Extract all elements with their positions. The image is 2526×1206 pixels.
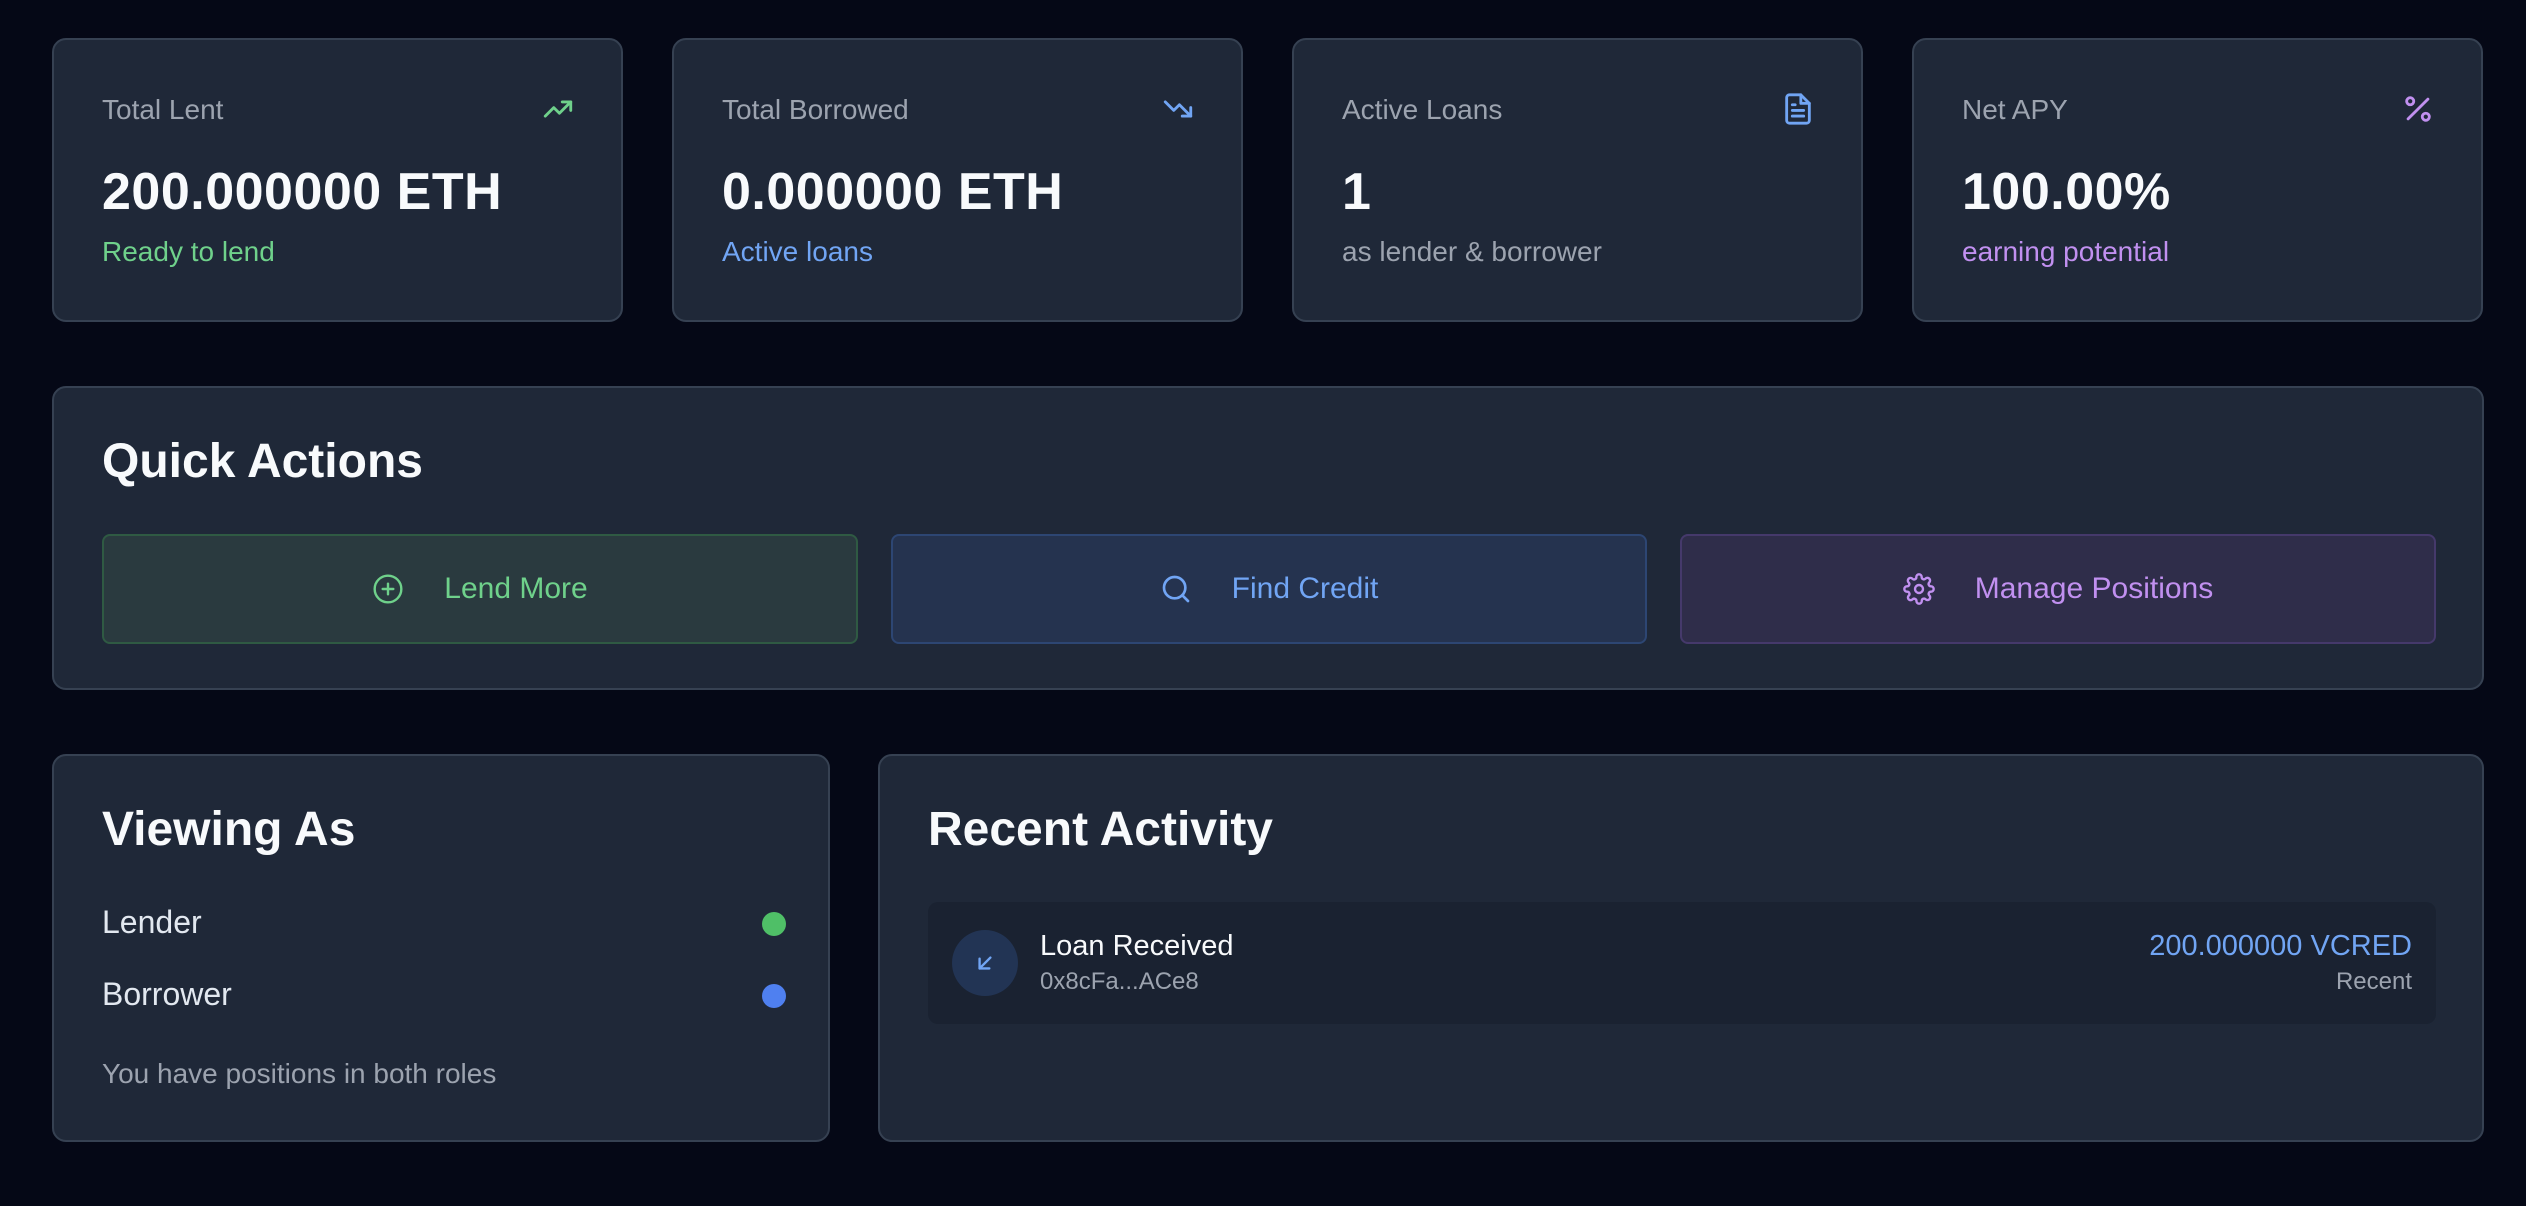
role-borrower: Borrower (102, 976, 786, 1016)
gear-icon (1902, 573, 1935, 605)
dashboard: Total Lent 200.000000 ETH Ready to lend … (0, 0, 2526, 1206)
stat-card-total-borrowed: Total Borrowed 0.000000 ETH Active loans (672, 38, 1243, 322)
stat-card-total-lent: Total Lent 200.000000 ETH Ready to lend (52, 38, 623, 322)
recent-activity-panel: Recent Activity Loan Received 0x8cFa...A… (878, 754, 2484, 1142)
stat-label: Net APY (1962, 94, 2068, 125)
stat-value: 0.000000 ETH (722, 163, 1064, 221)
quick-actions-panel: Quick Actions Lend More Find Credit Mana… (52, 386, 2484, 690)
stat-value: 1 (1342, 163, 1372, 221)
lend-more-button[interactable]: Lend More (102, 534, 858, 644)
activity-time: Recent (2335, 968, 2412, 995)
borrower-status-dot (762, 984, 786, 1008)
recent-activity-title: Recent Activity (928, 803, 1273, 856)
percent-icon (2401, 92, 2435, 126)
stat-label: Total Lent (102, 94, 224, 125)
quick-actions-title: Quick Actions (102, 435, 423, 488)
stat-subtext: earning potential (1962, 236, 2170, 267)
stat-label: Total Borrowed (722, 94, 909, 125)
find-credit-button[interactable]: Find Credit (891, 534, 1647, 644)
activity-address: 0x8cFa...ACe8 (1040, 968, 1199, 995)
activity-amount: 200.000000 VCRED (2149, 930, 2412, 962)
arrow-down-left-icon (952, 930, 1018, 996)
role-label: Borrower (102, 976, 232, 1012)
role-lender: Lender (102, 904, 786, 944)
stat-card-net-apy: Net APY 100.00% earning potential (1912, 38, 2483, 322)
plus-circle-icon (372, 573, 404, 605)
stat-subtext: Ready to lend (102, 236, 275, 267)
document-icon (1781, 92, 1815, 126)
trending-down-icon (1161, 92, 1195, 126)
roles-note: You have positions in both roles (102, 1058, 497, 1089)
activity-item[interactable]: Loan Received 0x8cFa...ACe8 200.000000 V… (928, 902, 2436, 1024)
trending-up-icon (541, 92, 575, 126)
stat-subtext: Active loans (722, 236, 873, 267)
role-label: Lender (102, 904, 202, 940)
search-icon (1160, 573, 1192, 605)
lend-more-label: Lend More (444, 572, 588, 605)
stat-subtext: as lender & borrower (1342, 236, 1602, 267)
manage-positions-button[interactable]: Manage Positions (1680, 534, 2436, 644)
stat-card-active-loans: Active Loans 1 as lender & borrower (1292, 38, 1863, 322)
manage-positions-label: Manage Positions (1974, 572, 2214, 605)
find-credit-label: Find Credit (1231, 572, 1379, 605)
viewing-as-title: Viewing As (102, 803, 356, 856)
stat-value: 100.00% (1962, 163, 2171, 221)
activity-title: Loan Received (1040, 930, 1234, 962)
stat-value: 200.000000 ETH (102, 163, 503, 221)
viewing-as-panel: Viewing As Lender Borrower You have posi… (52, 754, 830, 1142)
stat-label: Active Loans (1342, 94, 1503, 125)
lender-status-dot (762, 912, 786, 936)
